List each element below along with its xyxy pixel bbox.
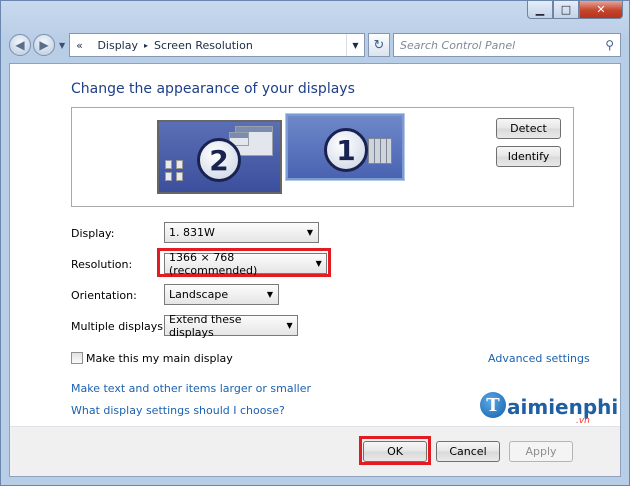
maximize-button[interactable]: □ (553, 1, 579, 19)
refresh-icon: ↻ (373, 37, 385, 53)
chevron-down-icon: ▼ (286, 321, 293, 330)
watermark-suffix: .vn (576, 416, 590, 426)
dialog-footer: OK Cancel Apply (10, 427, 620, 476)
orientation-value: Landscape (169, 288, 229, 301)
search-placeholder: Search Control Panel (400, 38, 516, 52)
advanced-settings-link[interactable]: Advanced settings (488, 352, 590, 365)
multiple-displays-value: Extend these displays (169, 312, 242, 339)
ok-button[interactable]: OK (363, 441, 427, 462)
caption-buttons: ▁ □ ✕ (527, 1, 623, 19)
resolution-value: 1366 × 768 (recommended) (169, 250, 258, 277)
monitor-arrangement: 2 1 Detect Identify (71, 107, 574, 207)
text-size-link[interactable]: Make text and other items larger or smal… (71, 382, 311, 395)
forward-arrow-icon: ▶ (39, 38, 49, 52)
breadcrumb-separator-icon[interactable]: ▸ (144, 41, 148, 50)
cancel-button[interactable]: Cancel (436, 441, 500, 462)
window: ▁ □ ✕ ◀ ▶ ▼ « Display ▸ Screen Resolutio… (0, 0, 630, 486)
chevron-right-icon (89, 41, 92, 50)
chevron-down-icon: ▼ (315, 259, 322, 268)
navigation-bar: ◀ ▶ ▼ « Display ▸ Screen Resolution ▼ ↻ … (9, 31, 621, 59)
desktop-icon (165, 172, 172, 181)
back-arrow-icon: ◀ (15, 38, 25, 52)
close-button[interactable]: ✕ (579, 1, 623, 19)
monitor-2[interactable]: 2 (157, 120, 282, 194)
content-pane: Change the appearance of your displays 2… (9, 63, 621, 477)
watermark-logo-icon: T (480, 392, 506, 418)
breadcrumb-screen-resolution[interactable]: Screen Resolution (154, 39, 253, 52)
chevron-down-icon: ▼ (306, 228, 314, 237)
search-input[interactable]: Search Control Panel ⚲ (393, 33, 621, 57)
desktop-grid-icon (368, 138, 392, 164)
forward-button[interactable]: ▶ (33, 34, 55, 56)
monitor-1-number: 1 (324, 128, 368, 172)
display-label: Display: (71, 227, 115, 240)
minimize-button[interactable]: ▁ (527, 1, 553, 19)
address-dropdown-button[interactable]: ▼ (346, 34, 364, 56)
recent-pages-dropdown[interactable]: ▼ (59, 41, 65, 50)
multiple-displays-select[interactable]: Extend these displays ▼ (164, 312, 298, 339)
multiple-displays-label: Multiple displays: (71, 320, 167, 333)
resolution-select[interactable]: 1366 × 768 (recommended) ▼ (164, 250, 327, 277)
detect-button[interactable]: Detect (496, 118, 561, 139)
monitor-2-number: 2 (197, 138, 241, 182)
chevron-down-icon: ▼ (266, 290, 274, 299)
refresh-button[interactable]: ↻ (368, 33, 390, 57)
address-bar[interactable]: « Display ▸ Screen Resolution ▼ (69, 33, 365, 57)
orientation-select[interactable]: Landscape ▼ (164, 284, 279, 305)
apply-button[interactable]: Apply (509, 441, 573, 462)
desktop-icon (176, 160, 183, 169)
desktop-icon (176, 172, 183, 181)
back-button[interactable]: ◀ (9, 34, 31, 56)
resolution-label: Resolution: (71, 258, 133, 271)
identify-button[interactable]: Identify (496, 146, 561, 167)
orientation-label: Orientation: (71, 289, 137, 302)
address-overflow-icon[interactable]: « (76, 39, 83, 52)
main-display-label[interactable]: Make this my main display (86, 352, 233, 365)
display-select[interactable]: 1. 831W ▼ (164, 222, 319, 243)
page-title: Change the appearance of your displays (71, 81, 355, 97)
monitor-1[interactable]: 1 (285, 113, 405, 181)
display-help-link[interactable]: What display settings should I choose? (71, 404, 285, 417)
display-value: 1. 831W (169, 226, 215, 239)
watermark-logo: T aimienphi (480, 392, 618, 418)
main-display-checkbox[interactable] (71, 352, 83, 364)
search-icon[interactable]: ⚲ (605, 38, 614, 52)
desktop-icon (165, 160, 172, 169)
breadcrumb-display[interactable]: Display (97, 39, 138, 52)
watermark-text: aimienphi (507, 395, 619, 419)
